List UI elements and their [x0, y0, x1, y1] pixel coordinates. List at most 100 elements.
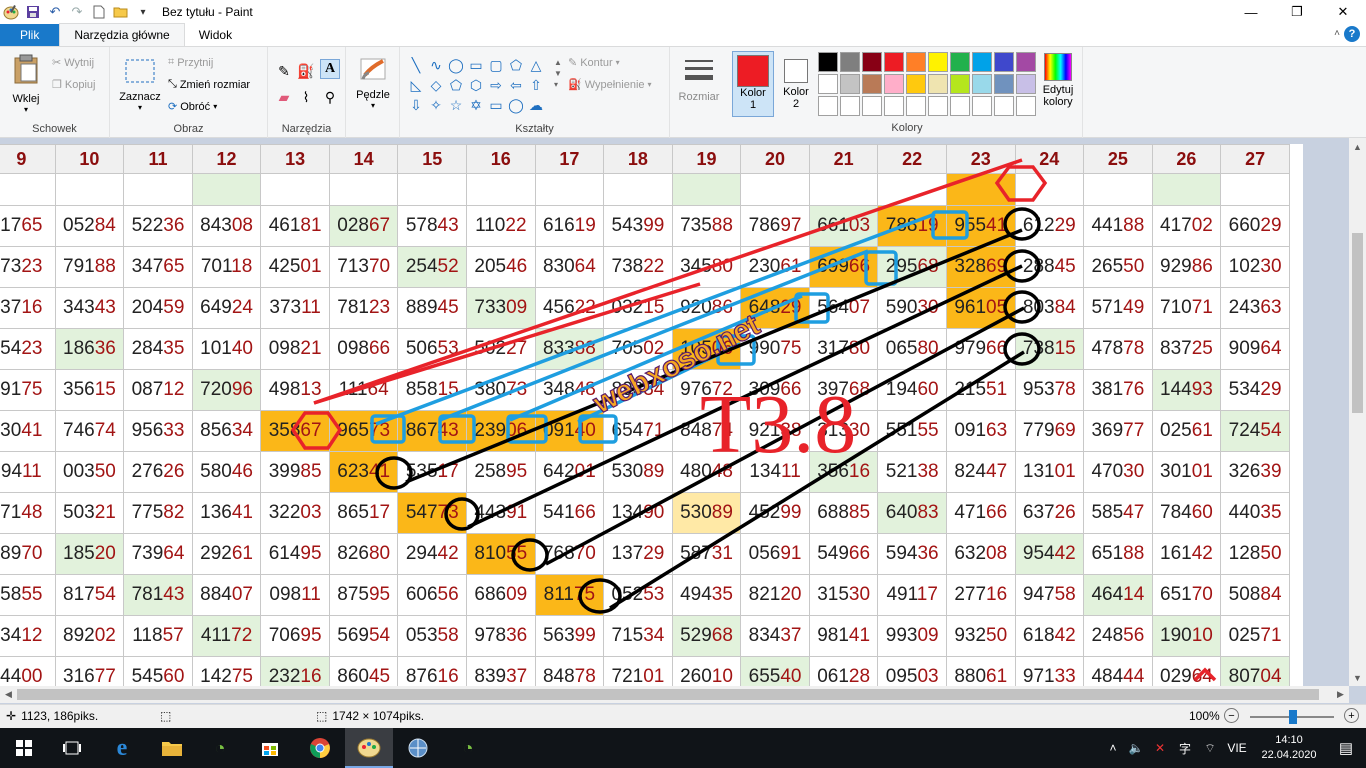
chrome-icon[interactable]	[296, 728, 344, 768]
scroll-down-icon[interactable]: ▼	[1349, 669, 1366, 686]
outline-button[interactable]: ✎ Kontur ▾	[568, 56, 620, 70]
fill-button[interactable]: ⛽ Wypełnienie ▾	[568, 78, 652, 92]
palette-swatch[interactable]	[884, 74, 904, 94]
fill-bucket-icon[interactable]: ⛽	[296, 61, 316, 81]
palette-swatch[interactable]	[972, 52, 992, 72]
language-indicator[interactable]: VIE	[1222, 741, 1252, 755]
drawing-canvas[interactable]: 9 10 11 12 13 14 15 16 17 18 19 20 21 22 23 24 25 26 27 176…	[0, 144, 1303, 686]
undo-icon[interactable]: ↶	[44, 1, 66, 23]
tab-home[interactable]: Narzędzia główne	[59, 23, 185, 46]
notifications-icon[interactable]: ▤	[1326, 739, 1366, 757]
crop-button[interactable]: ⌗ Przytnij	[168, 56, 213, 69]
network-icon[interactable]: ✕	[1148, 741, 1172, 755]
arrow-up-shape-icon[interactable]: ⇧	[526, 75, 546, 95]
palette-swatch[interactable]	[1016, 52, 1036, 72]
rotate-button[interactable]: ⟳ Obróć ▾	[168, 100, 217, 114]
palette-swatch[interactable]	[994, 96, 1014, 116]
palette-swatch[interactable]	[994, 74, 1014, 94]
vertical-scroll-thumb[interactable]	[1352, 233, 1363, 413]
redo-icon[interactable]: ↷	[66, 1, 88, 23]
clock[interactable]: 14:10 22.04.2020	[1252, 733, 1326, 763]
right-triangle-shape-icon[interactable]: ◺	[406, 75, 426, 95]
close-button[interactable]: ✕	[1320, 0, 1366, 24]
rectangle-shape-icon[interactable]: ▭	[466, 55, 486, 75]
palette-swatch[interactable]	[840, 74, 860, 94]
polygon-shape-icon[interactable]: ⬠	[506, 55, 526, 75]
chevron-up-icon[interactable]: ˄	[1334, 28, 1340, 39]
palette-swatch[interactable]	[950, 52, 970, 72]
app-icon-network[interactable]	[394, 728, 442, 768]
palette-swatch[interactable]	[928, 96, 948, 116]
palette-swatch[interactable]	[884, 96, 904, 116]
zoom-slider-thumb[interactable]	[1289, 710, 1297, 724]
color2-selector[interactable]: Kolor 2	[777, 51, 815, 117]
palette-swatch[interactable]	[818, 74, 838, 94]
palette-swatch[interactable]	[862, 52, 882, 72]
tab-view[interactable]: Widok	[185, 24, 246, 46]
chevron-up-icon[interactable]: ˄	[1102, 741, 1124, 755]
triangle-shape-icon[interactable]: △	[526, 55, 546, 75]
paste-button[interactable]: Wklej ▾	[6, 53, 46, 114]
oval-shape-icon[interactable]: ◯	[446, 55, 466, 75]
horizontal-scrollbar[interactable]: ◀ ▶	[0, 686, 1349, 703]
tab-file[interactable]: Plik	[0, 24, 60, 46]
color-picker-icon[interactable]: ⌇	[296, 87, 316, 107]
star-four-shape-icon[interactable]: ✧	[426, 95, 446, 115]
select-button[interactable]: Zaznacz ▾	[118, 55, 162, 112]
open-folder-icon[interactable]	[110, 1, 132, 23]
palette-swatch[interactable]	[840, 96, 860, 116]
horizontal-scroll-thumb[interactable]	[17, 689, 1319, 700]
edge-browser-icon[interactable]: e	[98, 728, 146, 768]
windows-start-icon[interactable]	[0, 728, 48, 768]
brushes-button[interactable]: Pędzle ▾	[354, 53, 392, 110]
cut-button[interactable]: ✂ Wytnij	[52, 56, 94, 70]
palette-swatch[interactable]	[906, 74, 926, 94]
palette-swatch[interactable]	[972, 96, 992, 116]
resize-button[interactable]: ⤡ Zmień rozmiar	[168, 78, 250, 91]
arrow-right-shape-icon[interactable]: ⇨	[486, 75, 506, 95]
palette-swatch[interactable]	[906, 96, 926, 116]
app-icon-green-2[interactable]: ◔	[444, 728, 492, 768]
palette-swatch[interactable]	[972, 74, 992, 94]
palette-swatch[interactable]	[818, 52, 838, 72]
size-button[interactable]: Rozmiar	[676, 55, 722, 103]
task-view-icon[interactable]	[48, 728, 96, 768]
palette-swatch[interactable]	[950, 74, 970, 94]
paint-app-icon[interactable]	[0, 1, 22, 23]
text-tool-icon[interactable]: A	[320, 59, 340, 79]
vertical-scrollbar[interactable]: ▲ ▼	[1349, 138, 1366, 686]
eraser-icon[interactable]: ▰	[274, 87, 294, 107]
curve-shape-icon[interactable]: ∿	[426, 55, 446, 75]
edit-colors-button[interactable]: Edytuj kolory	[1038, 53, 1078, 108]
taskbar-paint-icon[interactable]	[345, 728, 393, 768]
palette-swatch[interactable]	[818, 96, 838, 116]
save-icon[interactable]	[22, 1, 44, 23]
ime-icon[interactable]: 字	[1172, 740, 1198, 757]
file-explorer-icon[interactable]	[148, 728, 196, 768]
arrow-left-shape-icon[interactable]: ⇦	[506, 75, 526, 95]
palette-swatch[interactable]	[928, 74, 948, 94]
palette-swatch[interactable]	[1016, 74, 1036, 94]
palette-swatch[interactable]	[884, 52, 904, 72]
store-icon[interactable]	[246, 728, 294, 768]
palette-swatch[interactable]	[950, 96, 970, 116]
magnifier-icon[interactable]: ⚲	[320, 87, 340, 107]
palette-swatch[interactable]	[1016, 96, 1036, 116]
scroll-right-icon[interactable]: ▶	[1332, 686, 1349, 703]
palette-swatch[interactable]	[906, 52, 926, 72]
scroll-left-icon[interactable]: ◀	[0, 686, 17, 703]
pentagon-shape-icon[interactable]: ⬠	[446, 75, 466, 95]
pencil-icon[interactable]: ✎	[274, 61, 294, 81]
customize-toolbar-icon[interactable]: ▾	[132, 1, 154, 23]
maximize-button[interactable]: ❐	[1274, 0, 1320, 24]
callout-cloud-shape-icon[interactable]: ☁	[526, 95, 546, 115]
shapes-scroll[interactable]: ▲ ▼ ▾	[554, 57, 562, 90]
callout-oval-shape-icon[interactable]: ◯	[506, 95, 526, 115]
palette-swatch[interactable]	[840, 52, 860, 72]
palette-swatch[interactable]	[862, 74, 882, 94]
callout-rect-shape-icon[interactable]: ▭	[486, 95, 506, 115]
volume-icon[interactable]: 🔈	[1124, 741, 1148, 755]
minimize-button[interactable]: —	[1228, 0, 1274, 24]
app-icon-green[interactable]: ◔	[196, 728, 244, 768]
line-shape-icon[interactable]: ╲	[406, 55, 426, 75]
